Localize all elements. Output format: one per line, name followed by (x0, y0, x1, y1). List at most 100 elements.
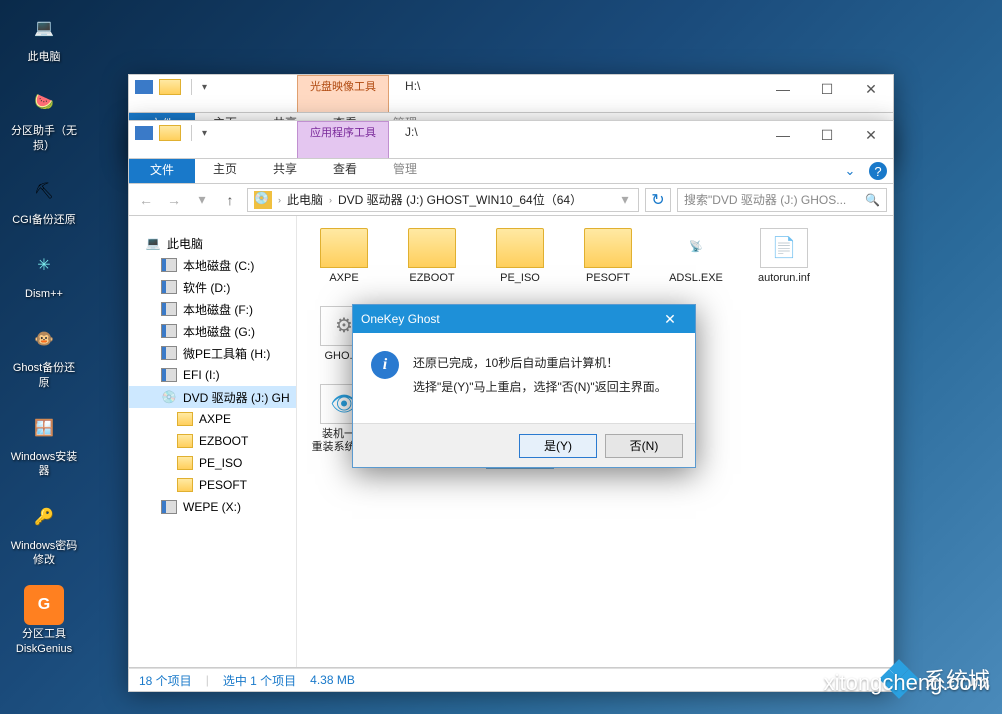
context-tab-disc-image[interactable]: 光盘映像工具 (297, 75, 389, 113)
desktop-label: Windows密码修改 (8, 539, 80, 568)
tree-item[interactable]: WEPE (X:) (129, 496, 296, 518)
ribbon-tab-view[interactable]: 查看 (315, 156, 375, 183)
desktop-label: 分区助手（无损） (8, 124, 80, 153)
titlebar[interactable]: ▾ 光盘映像工具 H:\ — ☐ ✕ (128, 74, 894, 112)
folder-icon (159, 79, 181, 95)
dialog-message: 还原已完成，10秒后自动重启计算机！ 选择"是(Y)"马上重启，选择"否(N)"… (413, 351, 667, 399)
file-label: autorun.inf (758, 272, 810, 298)
close-button[interactable]: ✕ (849, 121, 893, 149)
yes-button[interactable]: 是(Y) (519, 434, 597, 458)
dialog-close-button[interactable]: ✕ (653, 311, 687, 328)
window-title: J:\ (389, 121, 761, 139)
no-button[interactable]: 否(N) (605, 434, 683, 458)
ribbon-tab-home[interactable]: 主页 (195, 156, 255, 183)
file-item[interactable]: AXPE (311, 228, 377, 298)
tree-item[interactable]: EFI (I:) (129, 364, 296, 386)
ribbon-tab-manage[interactable]: 管理 (375, 156, 435, 183)
minimize-button[interactable]: — (761, 75, 805, 103)
breadcrumb-item[interactable]: 此电脑 (283, 191, 327, 208)
desktop-partition-assistant[interactable]: 🍉 分区助手（无损） (8, 82, 80, 153)
status-selected: 选中 1 个项目 (223, 672, 296, 689)
ribbon-tab-file[interactable]: 文件 (129, 159, 195, 183)
search-icon: 🔍 (865, 193, 880, 207)
nav-history-icon[interactable]: ▾ (191, 189, 213, 211)
desktop-label: Ghost备份还原 (8, 361, 80, 390)
refresh-button[interactable]: ↻ (645, 188, 671, 212)
file-item[interactable]: ADSL.EXE (663, 228, 729, 298)
ribbon-expand-icon[interactable]: ⌄ (837, 159, 863, 183)
desktop-cgi-backup[interactable]: ⛏ CGI备份还原 (8, 171, 80, 227)
dialog-titlebar[interactable]: OneKey Ghost ✕ (353, 305, 695, 333)
wininst-icon: 🪟 (24, 408, 64, 448)
desktop-label: Windows安装器 (8, 450, 80, 479)
nav-back-icon[interactable]: ← (135, 189, 157, 211)
tree-item[interactable]: 本地磁盘 (F:) (129, 298, 296, 320)
search-input[interactable]: 搜索"DVD 驱动器 (J:) GHOS... 🔍 (677, 188, 887, 212)
address-bar: ← → ▾ ↑ 💿 › 此电脑 › DVD 驱动器 (J:) GHOST_WIN… (128, 184, 894, 216)
status-bar: 18 个项目 | 选中 1 个项目 4.38 MB (128, 668, 894, 692)
folder-icon (408, 228, 456, 268)
tree-item[interactable]: 本地磁盘 (C:) (129, 254, 296, 276)
file-item[interactable]: EZBOOT (399, 228, 465, 298)
context-tab-app-tools[interactable]: 应用程序工具 (297, 121, 389, 159)
qat-dropdown-icon[interactable]: ▾ (202, 82, 207, 93)
dropdown-icon[interactable]: ▾ (614, 189, 636, 211)
status-count: 18 个项目 (139, 672, 192, 689)
tree-item[interactable]: 软件 (D:) (129, 276, 296, 298)
tree-subitem[interactable]: AXPE (129, 408, 296, 430)
desktop-label: CGI备份还原 (12, 213, 76, 227)
desktop-ghost[interactable]: 🐵 Ghost备份还原 (8, 319, 80, 390)
inf-icon: 📄 (760, 228, 808, 268)
breadcrumb[interactable]: 💿 › 此电脑 › DVD 驱动器 (J:) GHOST_WIN10_64位（6… (247, 188, 639, 212)
folder-icon (320, 228, 368, 268)
minimize-button[interactable]: — (761, 121, 805, 149)
file-item[interactable]: PE_ISO (487, 228, 553, 298)
titlebar[interactable]: ▾ 应用程序工具 J:\ — ☐ ✕ (128, 120, 894, 158)
desktop-win-password[interactable]: 🔑 Windows密码修改 (8, 497, 80, 568)
window-icon (135, 126, 153, 140)
desktop-diskgenius[interactable]: G 分区工具DiskGenius (8, 585, 80, 656)
qat-dropdown-icon[interactable]: ▾ (202, 128, 207, 139)
help-icon[interactable]: ? (869, 162, 887, 180)
nav-forward-icon[interactable]: → (163, 189, 185, 211)
nav-tree: 此电脑本地磁盘 (C:)软件 (D:)本地磁盘 (F:)本地磁盘 (G:)微PE… (129, 216, 297, 667)
desktop-label: 此电脑 (28, 50, 61, 64)
dialog-title: OneKey Ghost (361, 312, 440, 326)
file-label: PE_ISO (500, 272, 540, 298)
tree-root-this-pc[interactable]: 此电脑 (129, 232, 296, 254)
close-button[interactable]: ✕ (849, 75, 893, 103)
maximize-button[interactable]: ☐ (805, 75, 849, 103)
tree-item[interactable]: 微PE工具箱 (H:) (129, 342, 296, 364)
breadcrumb-item[interactable]: DVD 驱动器 (J:) GHOST_WIN10_64位（64） (334, 191, 586, 208)
onekey-ghost-dialog: OneKey Ghost ✕ i 还原已完成，10秒后自动重启计算机！ 选择"是… (352, 304, 696, 468)
file-label: AXPE (329, 272, 358, 298)
tree-subitem[interactable]: EZBOOT (129, 430, 296, 452)
key-icon: 🔑 (24, 497, 64, 537)
desktop-dism[interactable]: ✳ Dism++ (8, 245, 80, 301)
file-label: PESOFT (586, 272, 630, 298)
info-icon: i (371, 351, 399, 379)
desktop-win-installer[interactable]: 🪟 Windows安装器 (8, 408, 80, 479)
file-label: ADSL.EXE (669, 272, 723, 298)
cgi-icon: ⛏ (24, 171, 64, 211)
folder-icon (159, 125, 181, 141)
maximize-button[interactable]: ☐ (805, 121, 849, 149)
ghost-icon: 🐵 (24, 319, 64, 359)
watermark-url: xitongcheng.com (824, 670, 990, 696)
pc-icon: 💻 (24, 8, 64, 48)
tree-subitem[interactable]: PE_ISO (129, 452, 296, 474)
desktop-this-pc[interactable]: 💻 此电脑 (8, 8, 80, 64)
diskgenius-icon: G (24, 585, 64, 625)
tree-item[interactable]: DVD 驱动器 (J:) GH (129, 386, 296, 408)
dism-icon: ✳ (24, 245, 64, 285)
file-item[interactable]: 📄 autorun.inf (751, 228, 817, 298)
tree-item[interactable]: 本地磁盘 (G:) (129, 320, 296, 342)
nav-up-icon[interactable]: ↑ (219, 189, 241, 211)
status-size: 4.38 MB (310, 673, 355, 687)
folder-icon (584, 228, 632, 268)
desktop-label: Dism++ (25, 287, 63, 301)
tree-subitem[interactable]: PESOFT (129, 474, 296, 496)
window-title: H:\ (389, 75, 761, 93)
file-item[interactable]: PESOFT (575, 228, 641, 298)
ribbon-tab-share[interactable]: 共享 (255, 156, 315, 183)
